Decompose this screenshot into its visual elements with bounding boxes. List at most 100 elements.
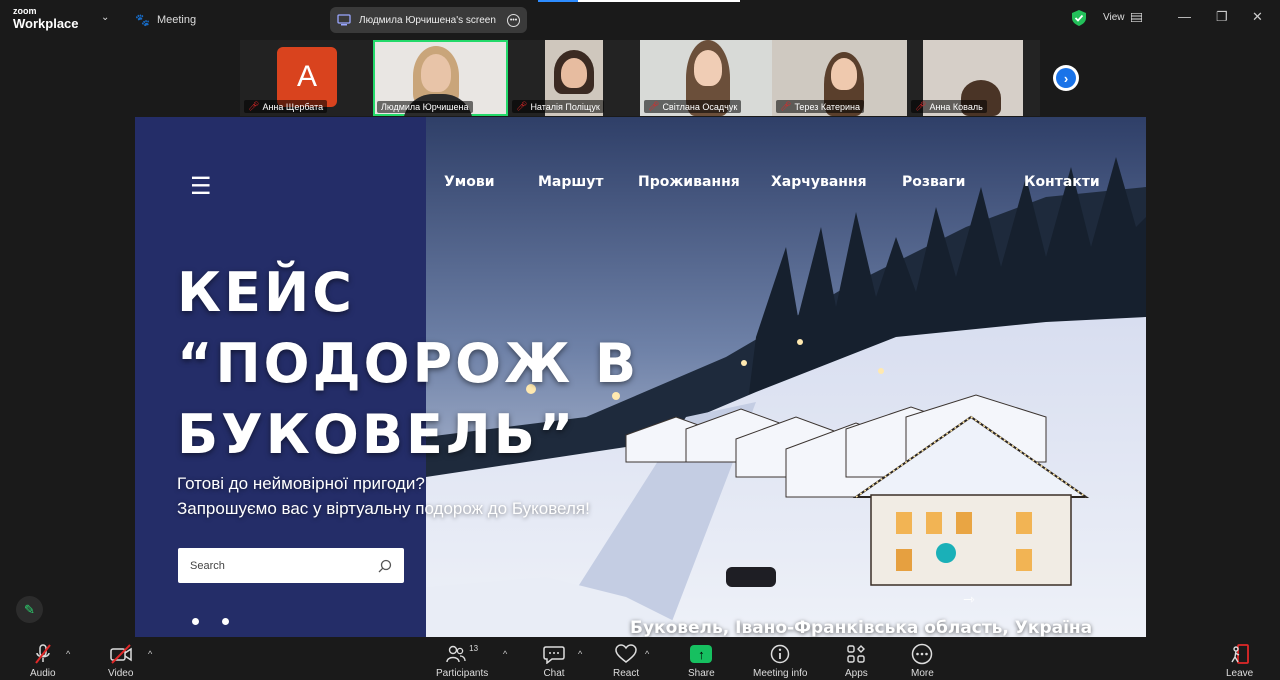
chevron-down-icon[interactable]: ⌄: [101, 12, 109, 23]
participant-name: Терез Катерина: [794, 101, 860, 112]
meeting-info-button[interactable]: Meeting info: [753, 643, 807, 679]
chevron-right-icon: ›: [1056, 68, 1076, 88]
carousel-dot[interactable]: [192, 618, 199, 625]
nav-link-rozvahy[interactable]: Розваги: [902, 174, 965, 190]
participant-tile[interactable]: 🎤︎ Наталія Поліщук: [508, 40, 640, 116]
react-options-caret-icon[interactable]: ^: [645, 649, 649, 659]
video-options-caret-icon[interactable]: ^: [148, 649, 152, 659]
participants-button[interactable]: 13 Participants: [436, 643, 488, 679]
top-bar: zoom Workplace ⌄ 🐾 Meeting Людмила Юрчиш…: [0, 0, 1280, 38]
audio-options-caret-icon[interactable]: ^: [66, 649, 70, 659]
participant-name: Людмила Юрчишена: [381, 102, 469, 112]
more-dots-icon: [912, 643, 933, 665]
share-progress-accent: [538, 0, 578, 2]
leave-label: Leave: [1226, 668, 1254, 679]
participant-name: Анна Коваль: [929, 101, 983, 112]
participants-icon: [446, 645, 466, 663]
nav-link-marshut[interactable]: Маршут: [538, 174, 604, 190]
audio-label: Audio: [30, 668, 56, 679]
mic-muted-icon: 🎤︎: [516, 101, 528, 111]
photo-caption: Буковель, Івано-Франківська область, Укр…: [630, 618, 1093, 637]
carousel-dot[interactable]: [222, 618, 229, 625]
meeting-toolbar: Audio ^ Video ^ 13 Participants ^ Chat ^…: [0, 637, 1280, 680]
mic-muted-icon: 🎤︎: [648, 101, 660, 111]
arrow-right-icon[interactable]: ⇾: [963, 591, 975, 608]
nav-link-kharchuvannia[interactable]: Харчування: [771, 174, 867, 190]
participant-name-tag: 🎤︎ Наталія Поліщук: [512, 100, 604, 113]
grid-view-icon: [1130, 13, 1142, 22]
apps-icon: [847, 645, 866, 663]
share-screen-icon: ↑: [690, 645, 713, 663]
participant-name-tag: Людмила Юрчишена: [377, 101, 473, 113]
apps-button[interactable]: Apps: [845, 643, 868, 679]
paw-icon: 🐾: [135, 13, 150, 27]
video-face: [831, 58, 857, 90]
mic-muted-icon: 🎤︎: [780, 101, 792, 111]
shield-check-icon[interactable]: [1072, 10, 1086, 26]
participant-tile[interactable]: 🎤︎ Світлана Осадчук: [640, 40, 772, 116]
participants-count: 13: [469, 644, 479, 653]
participant-tile[interactable]: 🎤︎ Анна Коваль: [907, 40, 1040, 116]
mic-muted-icon: 🎤︎: [915, 101, 927, 111]
map-marker-icon[interactable]: [936, 543, 956, 563]
nav-link-umovy[interactable]: Умови: [444, 174, 495, 190]
view-button[interactable]: View: [1103, 12, 1142, 23]
participant-tile[interactable]: A 🎤︎ Анна Щербата: [240, 40, 372, 116]
share-button[interactable]: ↑ Share: [688, 643, 715, 679]
screen-share-pill[interactable]: Людмила Юрчишена's screen •••: [330, 7, 527, 33]
chat-label: Chat: [543, 668, 565, 679]
video-face: [561, 58, 587, 88]
minimize-icon[interactable]: —: [1178, 9, 1191, 24]
next-participants-button[interactable]: ›: [1053, 65, 1079, 91]
nav-link-prozhyvannia[interactable]: Проживання: [638, 174, 740, 190]
leave-button[interactable]: Leave: [1226, 643, 1253, 679]
participant-name-tag: 🎤︎ Світлана Осадчук: [644, 100, 742, 113]
restore-icon[interactable]: ❐: [1216, 9, 1228, 25]
meeting-menu[interactable]: 🐾 Meeting: [135, 13, 196, 27]
meeting-label: Meeting: [156, 14, 197, 26]
shared-screen: ☰ Умови Маршут Проживання Харчування Роз…: [135, 117, 1146, 637]
slide-subtitle: Готові до неймовірної пригоди? Запрошуєм…: [177, 474, 590, 518]
participant-name-tag: 🎤︎ Анна Коваль: [911, 100, 987, 113]
participant-name-tag: 🎤︎ Терез Катерина: [776, 100, 864, 113]
screen-share-icon: [337, 14, 351, 26]
avatar: A: [277, 47, 337, 107]
more-options-icon[interactable]: •••: [507, 13, 520, 27]
participant-tile-active[interactable]: Людмила Юрчишена: [373, 40, 508, 116]
participant-tile[interactable]: 🎤︎ Терез Катерина: [772, 40, 907, 116]
mic-muted-icon: [34, 644, 51, 664]
participant-name: Світлана Осадчук: [662, 101, 738, 112]
search-field[interactable]: Search: [178, 548, 404, 583]
view-label: View: [1103, 12, 1125, 23]
video-button[interactable]: Video: [108, 643, 133, 679]
screen-share-label: Людмила Юрчишена's screen: [359, 14, 496, 26]
slide-title: КЕЙС “ПОДОРОЖ В БУКОВЕЛЬ”: [177, 261, 640, 466]
chat-button[interactable]: Chat: [543, 643, 565, 679]
menu-icon[interactable]: ☰: [190, 172, 212, 201]
search-icon[interactable]: [378, 559, 392, 573]
participants-options-caret-icon[interactable]: ^: [503, 649, 507, 659]
participant-name: Анна Щербата: [262, 101, 324, 112]
close-icon[interactable]: ✕: [1252, 9, 1263, 25]
mic-muted-icon: 🎤︎: [248, 101, 260, 111]
video-label: Video: [108, 668, 134, 679]
audio-button[interactable]: Audio: [30, 643, 56, 679]
video-face: [421, 54, 451, 92]
nav-link-kontakty[interactable]: Контакти: [1024, 174, 1100, 190]
zoom-logo[interactable]: zoom Workplace: [13, 7, 79, 31]
meeting-info-label: Meeting info: [753, 668, 808, 679]
more-button[interactable]: More: [911, 643, 934, 679]
leave-door-icon: [1231, 644, 1249, 664]
video-off-icon: [109, 644, 132, 664]
chat-icon: [543, 646, 565, 664]
heart-icon: [615, 644, 637, 663]
react-label: React: [613, 668, 640, 679]
logo-workplace-text: Workplace: [13, 16, 79, 31]
chat-options-caret-icon[interactable]: ^: [578, 649, 582, 659]
annotate-pen-icon[interactable]: ✎: [16, 596, 43, 623]
react-button[interactable]: React: [613, 643, 639, 679]
search-placeholder: Search: [190, 559, 225, 572]
video-face: [694, 50, 722, 86]
more-label: More: [911, 668, 934, 679]
participants-label: Participants: [436, 668, 489, 679]
